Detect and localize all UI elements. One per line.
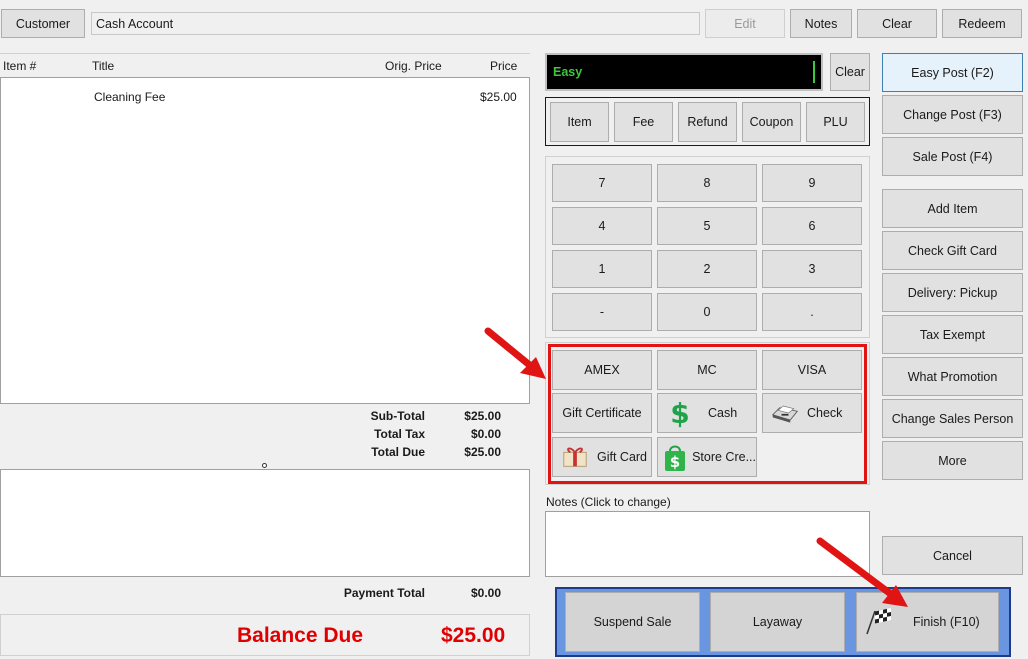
highlight-box bbox=[548, 344, 867, 484]
row-price: $25.00 bbox=[480, 90, 517, 104]
key-6[interactable]: 6 bbox=[762, 207, 862, 245]
table-row[interactable]: Cleaning Fee $25.00 bbox=[1, 88, 529, 106]
mode-coupon-button[interactable]: Coupon bbox=[742, 102, 801, 142]
balance-due-value: $25.00 bbox=[441, 624, 506, 647]
key-4[interactable]: 4 bbox=[552, 207, 652, 245]
change-post-button[interactable]: Change Post (F3) bbox=[882, 95, 1023, 134]
payment-total-value: $0.00 bbox=[470, 586, 501, 600]
add-item-button[interactable]: Add Item bbox=[882, 189, 1023, 228]
tax-exempt-button[interactable]: Tax Exempt bbox=[882, 315, 1023, 354]
customer-button[interactable]: Customer bbox=[1, 9, 85, 38]
notes-label: Notes (Click to change) bbox=[546, 495, 671, 509]
edit-button[interactable]: Edit bbox=[705, 9, 785, 38]
row-title: Cleaning Fee bbox=[94, 90, 166, 104]
table-body[interactable]: Cleaning Fee $25.00 bbox=[0, 77, 530, 404]
mode-plu-button[interactable]: PLU bbox=[806, 102, 865, 142]
payments-list[interactable] bbox=[0, 469, 530, 577]
mode-fee-button[interactable]: Fee bbox=[614, 102, 673, 142]
entry-display[interactable]: Easy bbox=[545, 53, 823, 91]
tax-label: Total Tax bbox=[374, 427, 425, 441]
red-arrow-icon bbox=[484, 327, 546, 379]
total-due-value: $25.00 bbox=[464, 445, 501, 459]
header-orig-price: Orig. Price bbox=[385, 59, 442, 73]
key-decimal[interactable]: . bbox=[762, 293, 862, 331]
mode-refund-button[interactable]: Refund bbox=[678, 102, 737, 142]
easy-post-button[interactable]: Easy Post (F2) bbox=[882, 53, 1023, 92]
table-header: Item # Title Orig. Price Price bbox=[0, 53, 530, 77]
entry-clear-button[interactable]: Clear bbox=[830, 53, 870, 91]
header-item-no: Item # bbox=[3, 59, 37, 73]
account-field[interactable]: Cash Account bbox=[91, 12, 700, 35]
key-8[interactable]: 8 bbox=[657, 164, 757, 202]
key-3[interactable]: 3 bbox=[762, 250, 862, 288]
notes-button[interactable]: Notes bbox=[790, 9, 852, 38]
key-minus[interactable]: - bbox=[552, 293, 652, 331]
balance-due-label: Balance Due bbox=[237, 624, 364, 647]
subtotal-label: Sub-Total bbox=[370, 409, 425, 423]
key-7[interactable]: 7 bbox=[552, 164, 652, 202]
tax-value: $0.00 bbox=[470, 427, 501, 441]
what-promotion-button[interactable]: What Promotion bbox=[882, 357, 1023, 396]
total-due-label: Total Due bbox=[371, 445, 425, 459]
balance-due-bar: Balance Due $25.00 bbox=[0, 614, 530, 656]
key-9[interactable]: 9 bbox=[762, 164, 862, 202]
redeem-button[interactable]: Redeem bbox=[942, 9, 1022, 38]
key-1[interactable]: 1 bbox=[552, 250, 652, 288]
key-2[interactable]: 2 bbox=[657, 250, 757, 288]
key-5[interactable]: 5 bbox=[657, 207, 757, 245]
clear-sale-button[interactable]: Clear bbox=[857, 9, 937, 38]
splitter-handle[interactable] bbox=[262, 463, 267, 468]
header-title: Title bbox=[92, 59, 115, 73]
check-gift-card-button[interactable]: Check Gift Card bbox=[882, 231, 1023, 270]
sale-post-button[interactable]: Sale Post (F4) bbox=[882, 137, 1023, 176]
mode-item-button[interactable]: Item bbox=[550, 102, 609, 142]
header-price: Price bbox=[490, 59, 518, 73]
change-sales-person-button[interactable]: Change Sales Person bbox=[882, 399, 1023, 438]
more-button[interactable]: More bbox=[882, 441, 1023, 480]
subtotal-value: $25.00 bbox=[464, 409, 501, 423]
finish-label: Finish (F10) bbox=[913, 615, 980, 629]
suspend-sale-button[interactable]: Suspend Sale bbox=[565, 592, 700, 652]
entry-mode-text: Easy bbox=[553, 65, 583, 79]
payment-total-label: Payment Total bbox=[343, 586, 425, 600]
items-table: Item # Title Orig. Price Price Cleaning … bbox=[0, 53, 530, 404]
entry-cursor bbox=[813, 61, 815, 83]
red-arrow-finish-icon bbox=[816, 537, 908, 607]
delivery-button[interactable]: Delivery: Pickup bbox=[882, 273, 1023, 312]
key-0[interactable]: 0 bbox=[657, 293, 757, 331]
